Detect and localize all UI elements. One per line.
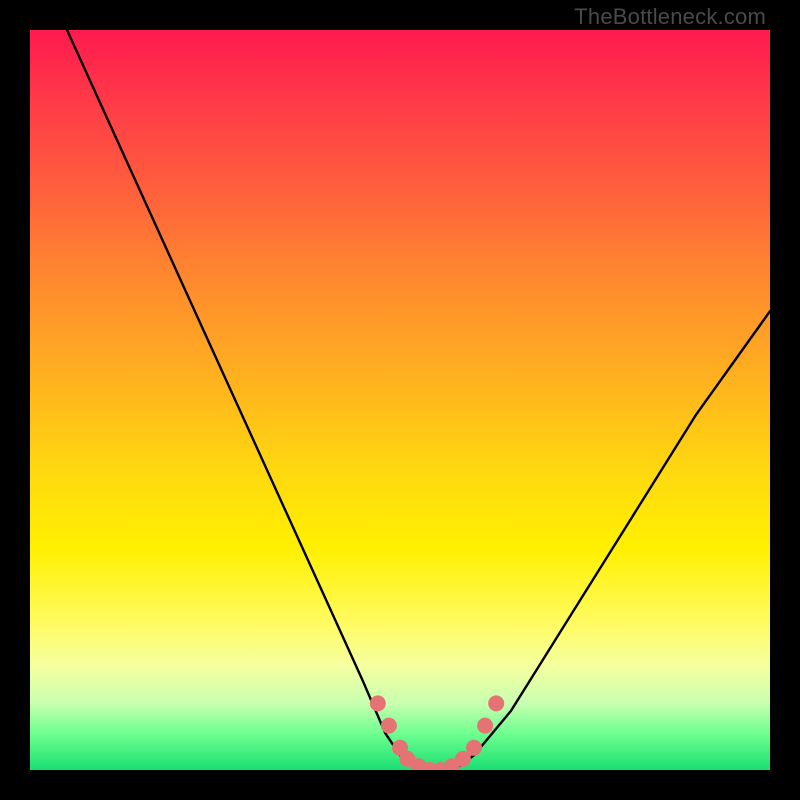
chart-frame: TheBottleneck.com — [0, 0, 800, 800]
marker-point — [370, 695, 386, 711]
marker-point — [466, 740, 482, 756]
marker-point — [477, 718, 493, 734]
marker-point — [381, 718, 397, 734]
watermark-text: TheBottleneck.com — [574, 4, 766, 30]
plot-area — [30, 30, 770, 770]
curve-layer — [30, 30, 770, 770]
marker-point — [488, 695, 504, 711]
bottleneck-curve — [67, 30, 770, 770]
highlight-markers — [370, 695, 504, 770]
